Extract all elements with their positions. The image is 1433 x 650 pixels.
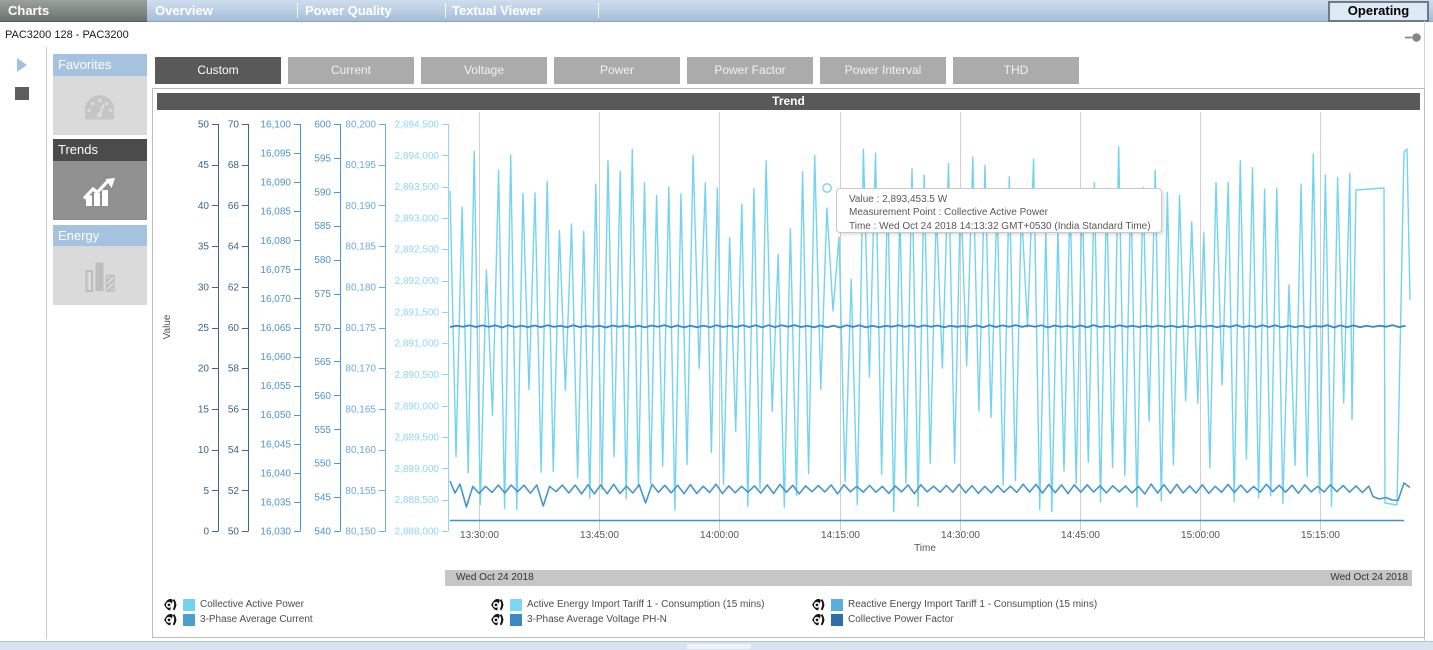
svg-text:70: 70 xyxy=(228,120,240,131)
svg-text:580: 580 xyxy=(314,255,331,266)
svg-text:565: 565 xyxy=(314,357,331,368)
svg-text:56: 56 xyxy=(228,404,240,415)
svg-text:600: 600 xyxy=(314,120,331,131)
svg-text:62: 62 xyxy=(228,282,240,293)
svg-text:16,040: 16,040 xyxy=(260,468,291,479)
svg-text:575: 575 xyxy=(314,289,331,300)
svg-text:16,045: 16,045 xyxy=(260,439,291,450)
svg-text:2,891,000: 2,891,000 xyxy=(395,339,440,350)
svg-text:50: 50 xyxy=(198,120,210,131)
svg-text:66: 66 xyxy=(228,201,240,212)
svg-text:80,170: 80,170 xyxy=(345,364,376,375)
svg-text:58: 58 xyxy=(228,364,240,375)
svg-text:2,892,000: 2,892,000 xyxy=(395,276,440,287)
svg-text:13:30:00: 13:30:00 xyxy=(460,530,499,541)
svg-text:64: 64 xyxy=(228,242,240,253)
svg-text:80,165: 80,165 xyxy=(345,404,376,415)
svg-text:80,185: 80,185 xyxy=(345,242,376,253)
svg-text:80,175: 80,175 xyxy=(345,323,376,334)
svg-text:14:45:00: 14:45:00 xyxy=(1061,530,1100,541)
svg-text:13:45:00: 13:45:00 xyxy=(580,530,619,541)
svg-text:2,889,500: 2,889,500 xyxy=(395,433,440,444)
svg-text:80,180: 80,180 xyxy=(345,282,376,293)
svg-text:16,100: 16,100 xyxy=(260,120,291,131)
svg-text:80,190: 80,190 xyxy=(345,201,376,212)
svg-text:15: 15 xyxy=(198,404,210,415)
svg-text:2,893,500: 2,893,500 xyxy=(395,182,440,193)
svg-text:15:15:00: 15:15:00 xyxy=(1301,530,1340,541)
svg-text:545: 545 xyxy=(314,493,331,504)
svg-text:Time: Time xyxy=(914,543,936,554)
svg-text:14:00:00: 14:00:00 xyxy=(700,530,739,541)
svg-text:2,890,000: 2,890,000 xyxy=(395,401,440,412)
svg-text:Value: Value xyxy=(162,314,173,339)
svg-text:16,075: 16,075 xyxy=(260,265,291,276)
svg-text:20: 20 xyxy=(198,364,210,375)
svg-text:550: 550 xyxy=(314,459,331,470)
svg-text:60: 60 xyxy=(228,323,240,334)
svg-text:80,195: 80,195 xyxy=(345,160,376,171)
svg-text:14:30:00: 14:30:00 xyxy=(941,530,980,541)
svg-text:80,155: 80,155 xyxy=(345,486,376,497)
svg-text:52: 52 xyxy=(228,486,240,497)
svg-text:2,892,500: 2,892,500 xyxy=(395,245,440,256)
svg-text:2,894,000: 2,894,000 xyxy=(395,151,440,162)
svg-text:16,055: 16,055 xyxy=(260,381,291,392)
svg-text:16,050: 16,050 xyxy=(260,410,291,421)
svg-text:16,060: 16,060 xyxy=(260,352,291,363)
svg-text:590: 590 xyxy=(314,187,331,198)
svg-text:16,090: 16,090 xyxy=(260,178,291,189)
svg-text:570: 570 xyxy=(314,323,331,334)
svg-text:45: 45 xyxy=(198,160,210,171)
svg-text:2,890,500: 2,890,500 xyxy=(395,370,440,381)
svg-text:595: 595 xyxy=(314,153,331,164)
svg-text:2,888,000: 2,888,000 xyxy=(395,527,440,538)
svg-text:16,070: 16,070 xyxy=(260,294,291,305)
svg-text:25: 25 xyxy=(198,323,210,334)
svg-text:2,888,500: 2,888,500 xyxy=(395,495,440,506)
svg-text:15:00:00: 15:00:00 xyxy=(1181,530,1220,541)
svg-text:16,095: 16,095 xyxy=(260,149,291,160)
svg-text:16,065: 16,065 xyxy=(260,323,291,334)
svg-text:16,035: 16,035 xyxy=(260,497,291,508)
svg-text:40: 40 xyxy=(198,201,210,212)
svg-text:80,160: 80,160 xyxy=(345,445,376,456)
svg-text:16,085: 16,085 xyxy=(260,207,291,218)
svg-text:2,891,500: 2,891,500 xyxy=(395,307,440,318)
svg-text:16,030: 16,030 xyxy=(260,527,291,538)
svg-text:0: 0 xyxy=(203,527,209,538)
svg-text:54: 54 xyxy=(228,445,240,456)
svg-text:14:15:00: 14:15:00 xyxy=(821,530,860,541)
svg-text:50: 50 xyxy=(228,527,240,538)
svg-text:80,150: 80,150 xyxy=(345,527,376,538)
svg-text:16,080: 16,080 xyxy=(260,236,291,247)
svg-text:68: 68 xyxy=(228,160,240,171)
svg-text:2,893,000: 2,893,000 xyxy=(395,213,440,224)
svg-text:560: 560 xyxy=(314,391,331,402)
svg-text:5: 5 xyxy=(203,486,209,497)
svg-text:540: 540 xyxy=(314,527,331,538)
svg-text:2,894,500: 2,894,500 xyxy=(395,120,440,131)
svg-text:555: 555 xyxy=(314,425,331,436)
svg-text:10: 10 xyxy=(198,445,210,456)
svg-text:80,200: 80,200 xyxy=(345,120,376,131)
svg-text:2,889,000: 2,889,000 xyxy=(395,464,440,475)
svg-text:30: 30 xyxy=(198,282,210,293)
svg-text:35: 35 xyxy=(198,242,210,253)
svg-text:585: 585 xyxy=(314,221,331,232)
